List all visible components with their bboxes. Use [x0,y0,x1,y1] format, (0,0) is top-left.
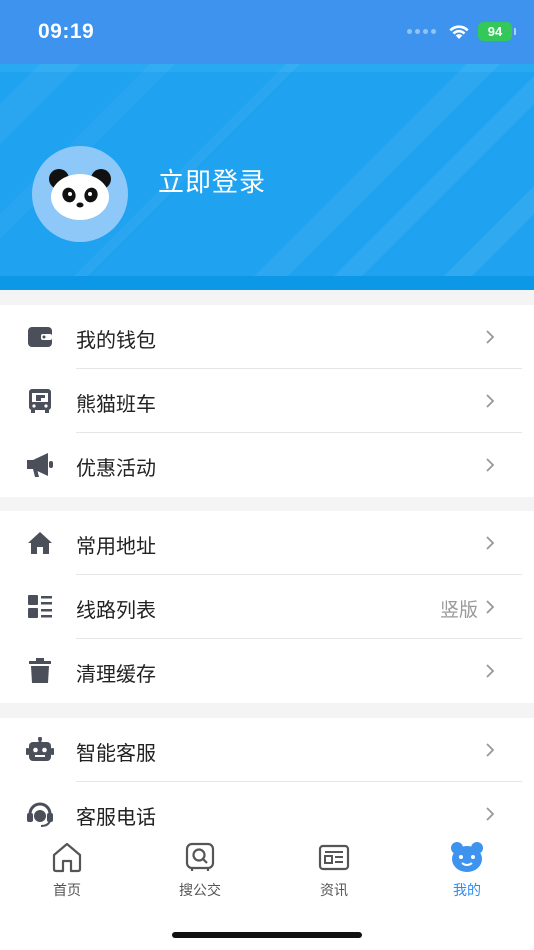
tab-label: 搜公交 [179,883,221,899]
menu-item-label: 智能客服 [76,741,156,765]
screen: 09:19 94 立即登录 我的钱包 熊猫班车 优惠活动 常用地址 线路列表 竖… [0,0,534,950]
menu-item-panda-bus[interactable]: 熊猫班车 [0,369,534,433]
login-link[interactable]: 立即登录 [158,162,266,199]
menu-item-label: 清理缓存 [76,662,156,686]
menu-item-label: 线路列表 [76,598,156,622]
status-time: 09:19 [38,20,95,43]
menu-item-label: 优惠活动 [76,456,156,480]
tab-label: 我的 [453,883,481,899]
tab-label: 首页 [53,883,81,899]
bus-icon [26,387,54,415]
menu-item-label: 熊猫班车 [76,392,156,416]
menu-item-clear-cache[interactable]: 清理缓存 [0,639,534,703]
profile-header[interactable]: 立即登录 [0,64,534,290]
menu-item-smart-support[interactable]: 智能客服 [0,718,534,782]
home-tab-icon [50,840,84,874]
tab-news[interactable]: 资讯 [294,840,374,900]
signal-icon [407,29,436,34]
home-icon [26,529,54,557]
chevron-right-icon [486,600,495,614]
header-bottom-strip [0,276,534,290]
chevron-right-icon [486,807,495,821]
tab-home[interactable]: 首页 [27,840,107,900]
menu-item-promotions[interactable]: 优惠活动 [0,433,534,497]
battery-level: 94 [487,24,503,39]
menu-item-label: 客服电话 [76,805,156,829]
chevron-right-icon [486,664,495,678]
panda-icon [49,169,111,220]
bear-icon [450,840,484,874]
trash-icon [26,657,54,685]
chevron-right-icon [486,743,495,757]
tab-search-bus[interactable]: 搜公交 [160,840,240,900]
status-bar: 09:19 94 [0,0,534,64]
tab-me[interactable]: 我的 [427,840,507,900]
avatar[interactable] [32,146,128,242]
battery-icon: 94 [478,22,516,41]
menu-group-support: 智能客服 客服电话 [0,718,534,846]
chevron-right-icon [486,330,495,344]
menu-item-label: 常用地址 [76,534,156,558]
megaphone-icon [26,451,54,479]
chevron-right-icon [486,536,495,550]
wifi-icon [448,24,470,40]
status-icons: 94 [407,22,516,41]
news-icon [317,840,351,874]
menu-item-addresses[interactable]: 常用地址 [0,511,534,575]
search-bus-icon [183,840,217,874]
menu-group-account: 我的钱包 熊猫班车 优惠活动 [0,305,534,497]
list-icon [26,593,54,621]
menu-item-route-list[interactable]: 线路列表 竖版 [0,575,534,639]
headset-icon [26,800,54,828]
chevron-right-icon [486,394,495,408]
route-list-mode-value: 竖版 [439,599,478,621]
home-indicator [172,932,362,938]
menu-group-settings: 常用地址 线路列表 竖版 清理缓存 [0,511,534,703]
robot-icon [26,736,54,764]
chevron-right-icon [486,458,495,472]
wallet-icon [26,323,54,351]
tab-label: 资讯 [320,883,348,899]
menu-item-wallet[interactable]: 我的钱包 [0,305,534,369]
menu-item-label: 我的钱包 [76,328,156,352]
